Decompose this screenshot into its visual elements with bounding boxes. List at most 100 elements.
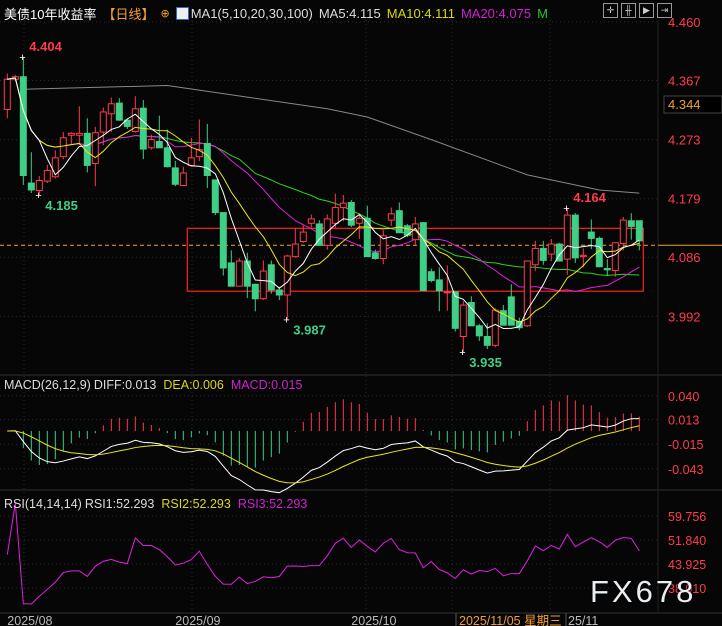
candle-down — [115, 102, 123, 121]
candle-down — [219, 212, 227, 269]
candle-down — [27, 182, 35, 191]
candle-down — [435, 279, 443, 292]
candle-down — [539, 247, 547, 261]
macd-tick-label: 0.040 — [668, 390, 699, 404]
rsi-tick-label: 43.925 — [668, 558, 706, 572]
candle-down — [275, 289, 283, 296]
candle-up — [291, 243, 299, 258]
candle-down — [587, 231, 595, 239]
candle-down — [211, 179, 219, 214]
globe-icon[interactable]: ⊕ — [160, 7, 169, 20]
ma-params: MA1(5,10,20,30,100) — [190, 6, 313, 21]
rsi-tick-label: 51.840 — [668, 534, 706, 548]
candle-down — [635, 220, 643, 242]
ma10-value: MA10:4.111 — [386, 6, 455, 21]
candle-up — [43, 169, 51, 182]
candle-down — [155, 141, 163, 149]
rsi-header: RSI(14,14,14) RSI1:52.293 RSI2:52.293 RS… — [4, 497, 307, 511]
candle-up — [491, 309, 499, 346]
candle-down — [627, 220, 635, 227]
extreme-marker: + — [19, 52, 25, 64]
price-chart[interactable]: 4.460 4.367 4.273 4.179 4.086 3.992 4.344 +4.40… — [0, 0, 722, 626]
price-tick-label: 3.992 — [668, 309, 701, 324]
macd-tick-label: 0.013 — [668, 414, 699, 428]
crosshair-icon[interactable]: ✛ — [603, 3, 618, 18]
date-label: 2025/08 — [7, 614, 52, 626]
extreme-marker: + — [283, 315, 289, 327]
end-date-label: 25/11 — [568, 614, 598, 626]
candle-up — [179, 172, 187, 187]
candle-up — [187, 157, 195, 166]
candle-up — [59, 137, 67, 158]
candle-up — [523, 260, 531, 327]
price-tick-label: 4.179 — [668, 192, 701, 207]
extreme-label: 3.987 — [293, 323, 326, 338]
candle-down — [371, 252, 379, 260]
candle-up — [339, 202, 347, 209]
candle-up — [547, 243, 555, 255]
cursor-date-label: 2025/11/05 星期三 — [459, 614, 562, 626]
rsi1-value: RSI1:52.293 — [84, 497, 155, 511]
candle-up — [99, 111, 107, 133]
candle-down — [19, 76, 27, 176]
candle-down — [395, 210, 403, 234]
candle-up — [531, 247, 539, 266]
candle-up — [355, 217, 363, 224]
price-tick-label: 4.460 — [668, 15, 701, 30]
candle-up — [147, 139, 155, 149]
rsi3-value: RSI3:52.293 — [237, 497, 308, 511]
candle-up — [3, 78, 11, 110]
price-tick-label: 4.273 — [668, 133, 701, 148]
extreme-marker: + — [35, 190, 41, 202]
candle-down — [171, 167, 179, 185]
macd-diff-line — [7, 418, 640, 494]
exit-icon[interactable]: ⇥ — [657, 3, 672, 18]
candle-up — [283, 255, 291, 296]
candle-down — [163, 147, 171, 168]
candle-down — [475, 325, 483, 337]
ma-more: M — [537, 6, 548, 21]
period-label[interactable]: 【日线】 — [102, 4, 154, 23]
candle-down — [507, 296, 515, 326]
macd-header: MACD(26,12,9) DIFF:0.013 DEA:0.006 MACD:… — [4, 378, 302, 392]
candle-down — [347, 202, 355, 226]
watermark: FX678 — [590, 574, 697, 609]
candle-up — [67, 132, 75, 136]
macd-dea: DEA:0.006 — [163, 378, 224, 392]
macd-dea-line — [7, 425, 640, 484]
candle-up — [331, 207, 339, 224]
candle-up — [107, 103, 115, 115]
candle-down — [571, 214, 579, 259]
extreme-marker: + — [459, 347, 465, 359]
play-icon[interactable]: ▶ — [639, 3, 654, 18]
candle-up — [619, 219, 627, 244]
extreme-label: 4.164 — [573, 190, 606, 205]
price-tick-label: 4.086 — [668, 250, 701, 265]
candle-down — [603, 268, 611, 271]
macd-tick-label: -0.015 — [668, 438, 703, 452]
instrument-title: 美债10年收益率 — [4, 7, 97, 22]
candle-up — [443, 291, 451, 294]
candle-up — [259, 270, 267, 300]
extreme-marker: + — [563, 203, 569, 215]
date-label: 2025/10 — [351, 614, 396, 626]
indicator-icon[interactable] — [175, 7, 189, 20]
candle-up — [579, 254, 587, 258]
rsi-params: RSI(14,14,14) — [4, 497, 82, 511]
extreme-label: 4.185 — [45, 198, 78, 213]
candle-down — [251, 283, 259, 300]
ma5-value: MA5:4.115 — [318, 6, 381, 21]
chart-toolbar: ✛ ╫ ▶ ⇥ — [603, 3, 672, 18]
ma20-value: MA20:4.075 — [460, 6, 532, 21]
macd-params: MACD(26,12,9) — [4, 378, 91, 392]
candle-down — [483, 336, 491, 346]
candle-down — [363, 217, 371, 258]
rsi-line — [6, 503, 640, 605]
rsi-tick-label: 59.756 — [668, 510, 706, 524]
ruler-icon[interactable]: ╫ — [621, 3, 636, 18]
candle-up — [91, 132, 99, 165]
rsi2-value: RSI2:52.293 — [161, 497, 231, 511]
candle-up — [611, 242, 619, 271]
candle-up — [307, 218, 315, 224]
candle-down — [243, 260, 251, 287]
